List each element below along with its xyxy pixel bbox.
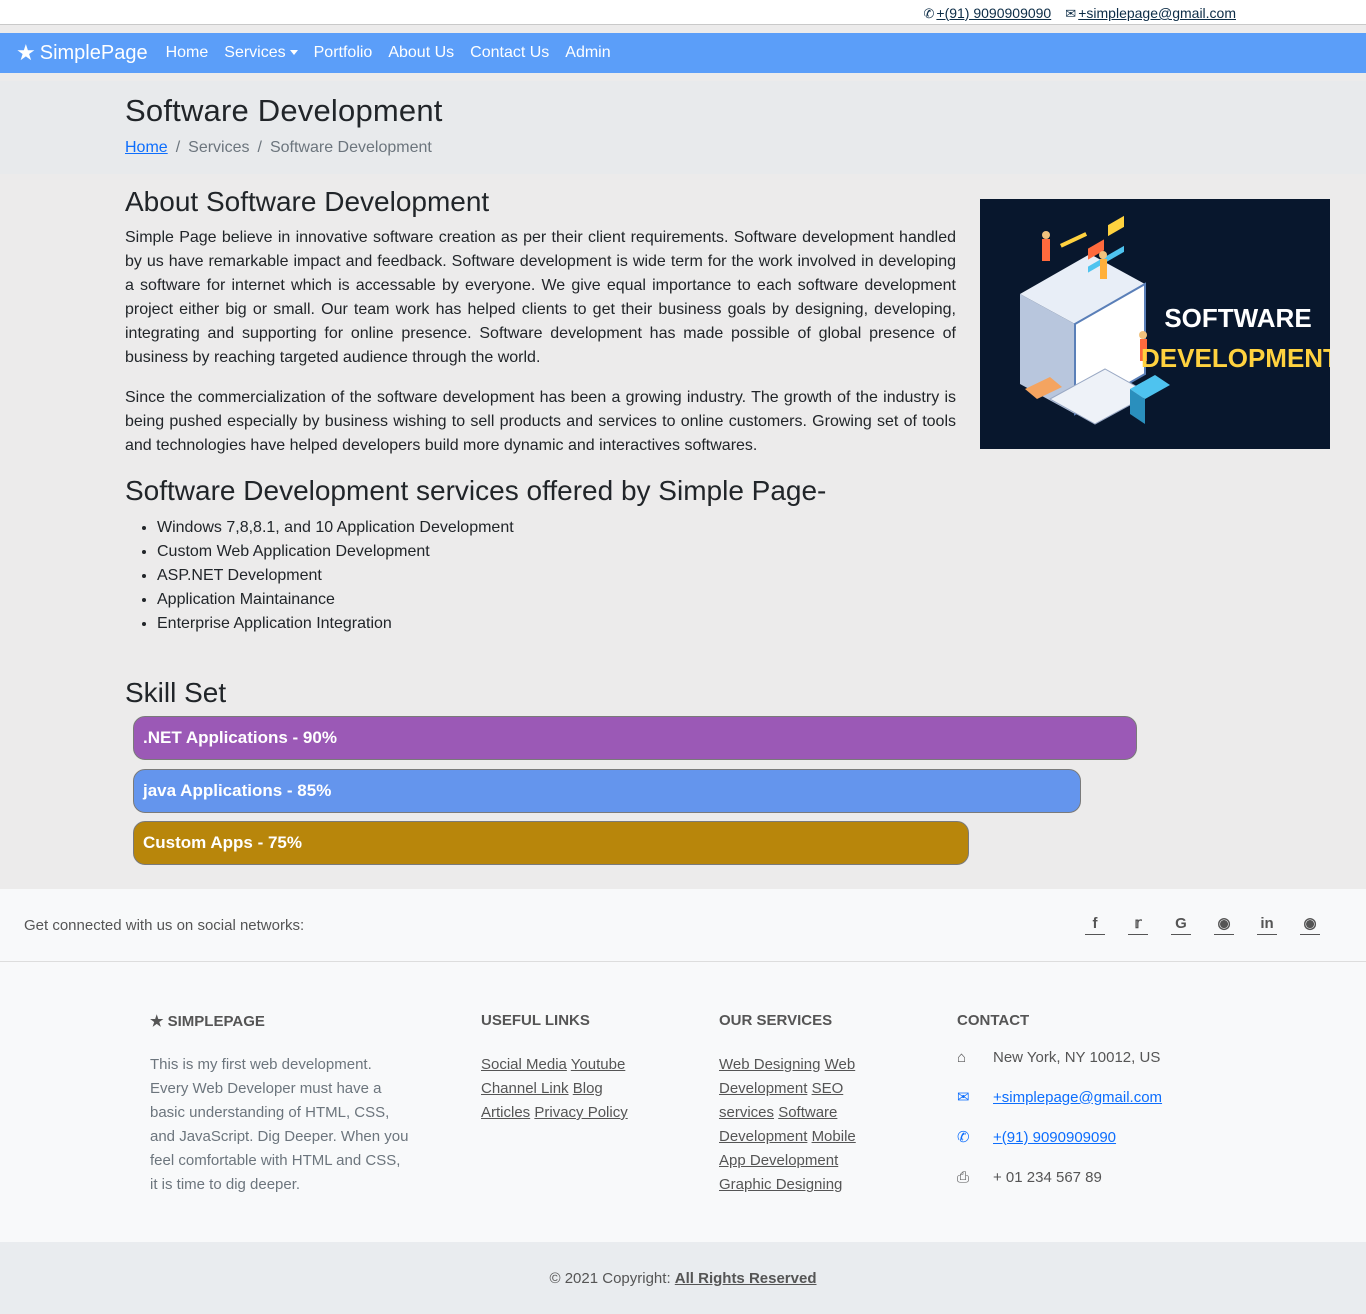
footer-about: ★ SIMPLEPAGE This is my first web develo… bbox=[150, 1012, 410, 1197]
top-email-link[interactable]: +simplepage@gmail.com bbox=[1078, 5, 1236, 21]
facebook-icon[interactable]: f bbox=[1085, 915, 1105, 935]
top-phone[interactable]: ✆ +(91) 9090909090 bbox=[922, 5, 1051, 22]
skill-bar-dotnet: .NET Applications - 90% bbox=[133, 716, 1137, 760]
nav-services-label: Services bbox=[224, 44, 286, 61]
list-item: Windows 7,8,8.1, and 10 Application Deve… bbox=[157, 516, 514, 540]
fax-text: + 01 234 567 89 bbox=[993, 1168, 1102, 1186]
twitter-icon[interactable]: 𝕣 bbox=[1128, 915, 1148, 935]
brand-link[interactable]: ★ SimplePage bbox=[16, 42, 148, 65]
list-item: Custom Web Application Development bbox=[157, 540, 514, 564]
top-contact-bar: ✆ +(91) 9090909090 ✉ +simplepage@gmail.com bbox=[0, 0, 1366, 25]
print-icon: ⎙ bbox=[957, 1168, 970, 1186]
software-development-image: SOFTWARE DEVELOPMENT bbox=[980, 199, 1330, 449]
address-text: New York, NY 10012, US bbox=[993, 1048, 1161, 1066]
all-rights-reserved-link[interactable]: All Rights Reserved bbox=[675, 1270, 817, 1287]
link-graphic-designing[interactable]: Graphic Designing bbox=[719, 1176, 842, 1193]
breadcrumb: Home / Services / Software Development bbox=[125, 139, 432, 157]
services-heading: Software Development services offered by… bbox=[125, 475, 827, 506]
breadcrumb-separator: / bbox=[257, 139, 262, 156]
breadcrumb-current: Software Development bbox=[269, 139, 432, 156]
social-text: Get connected with us on social networks… bbox=[24, 917, 305, 934]
copyright-text: © 2021 Copyright: bbox=[549, 1270, 671, 1287]
about-paragraph-2: Since the commercialization of the softw… bbox=[125, 389, 956, 454]
our-services-heading: OUR SERVICES bbox=[719, 1012, 833, 1029]
top-phone-link[interactable]: +(91) 9090909090 bbox=[936, 5, 1051, 21]
footer-services: OUR SERVICES Web Designing Web Developme… bbox=[719, 1012, 879, 1197]
phone-icon: ✆ bbox=[923, 6, 935, 21]
home-icon: ⌂ bbox=[957, 1048, 967, 1066]
services-list: Windows 7,8,8.1, and 10 Application Deve… bbox=[157, 516, 514, 636]
top-email[interactable]: ✉ +simplepage@gmail.com bbox=[1064, 5, 1236, 22]
image-caption-line-1: SOFTWARE bbox=[1164, 303, 1311, 333]
skill-heading: Skill Set bbox=[125, 677, 227, 708]
footer-email-link[interactable]: +simplepage@gmail.com bbox=[993, 1089, 1162, 1106]
nav-admin[interactable]: Admin bbox=[557, 44, 618, 62]
skill-bar-label: Custom Apps - 75% bbox=[143, 833, 303, 852]
skill-bar-label: java Applications - 85% bbox=[143, 781, 332, 800]
skill-bar-java: java Applications - 85% bbox=[133, 769, 1081, 813]
github-icon[interactable]: ◉ bbox=[1300, 915, 1320, 935]
useful-links-heading: USEFUL LINKS bbox=[481, 1012, 590, 1029]
social-icons: f 𝕣 G ◉ in ◉ bbox=[1085, 915, 1320, 935]
brand-name: SimplePage bbox=[39, 41, 148, 64]
page-title: Software Development bbox=[125, 93, 443, 128]
google-icon[interactable]: G bbox=[1171, 915, 1191, 935]
contact-phone: ✆ +(91) 9090909090 bbox=[957, 1117, 1217, 1157]
footer-phone-link[interactable]: +(91) 9090909090 bbox=[993, 1129, 1116, 1146]
star-icon: ★ bbox=[16, 40, 36, 65]
image-caption-line-2: DEVELOPMENT bbox=[1141, 343, 1330, 373]
top-contacts: ✆ +(91) 9090909090 ✉ +simplepage@gmail.com bbox=[922, 5, 1236, 22]
isometric-illustration: SOFTWARE DEVELOPMENT bbox=[1020, 215, 1330, 425]
nav-contact-us[interactable]: Contact Us bbox=[462, 44, 557, 62]
contact-heading: CONTACT bbox=[957, 1012, 1030, 1029]
main-content: About Software Development Simple Page b… bbox=[0, 174, 1366, 889]
caret-down-icon bbox=[289, 50, 298, 56]
link-social-media[interactable]: Social Media bbox=[481, 1056, 567, 1073]
nav-services[interactable]: Services bbox=[216, 44, 305, 62]
skill-bar-label: .NET Applications - 90% bbox=[143, 728, 337, 747]
star-icon: ★ bbox=[150, 1013, 164, 1030]
link-web-designing[interactable]: Web Designing bbox=[719, 1056, 820, 1073]
breadcrumb-services: Services bbox=[188, 139, 250, 156]
footer: ★ SIMPLEPAGE This is my first web develo… bbox=[0, 962, 1366, 1242]
nav-about-us[interactable]: About Us bbox=[380, 44, 462, 62]
list-item: Application Maintainance bbox=[157, 588, 514, 612]
page-header: Software Development Home / Services / Softw… bbox=[0, 81, 1366, 174]
envelope-icon: ✉ bbox=[1065, 6, 1077, 21]
footer-useful-links: USEFUL LINKS Social Media Youtube Channe… bbox=[481, 1012, 651, 1125]
link-privacy-policy[interactable]: Privacy Policy bbox=[534, 1104, 627, 1121]
copyright-bar: © 2021 Copyright: All Rights Reserved bbox=[0, 1242, 1366, 1314]
breadcrumb-separator: / bbox=[175, 139, 181, 156]
nav-home[interactable]: Home bbox=[158, 44, 217, 62]
list-item: ASP.NET Development bbox=[157, 564, 514, 588]
nav-portfolio[interactable]: Portfolio bbox=[306, 44, 381, 62]
footer-brand-name: SIMPLEPAGE bbox=[167, 1013, 265, 1030]
contact-fax: ⎙ + 01 234 567 89 bbox=[957, 1157, 1217, 1197]
useful-links: Social Media Youtube Channel Link Blog A… bbox=[481, 1053, 651, 1125]
skill-bar-custom-apps: Custom Apps - 75% bbox=[133, 821, 969, 865]
phone-icon: ✆ bbox=[957, 1129, 970, 1146]
about-heading: About Software Development bbox=[125, 186, 490, 217]
social-bar: Get connected with us on social networks… bbox=[0, 889, 1366, 962]
contact-address: ⌂ New York, NY 10012, US bbox=[957, 1037, 1217, 1077]
about-paragraph-1: Simple Page believe in innovative softwa… bbox=[125, 229, 956, 366]
footer-about-text: This is my first web development. Every … bbox=[150, 1056, 409, 1193]
breadcrumb-home[interactable]: Home bbox=[125, 139, 168, 156]
contact-email: ✉ +simplepage@gmail.com bbox=[957, 1077, 1217, 1117]
linkedin-icon[interactable]: in bbox=[1257, 915, 1277, 935]
list-item: Enterprise Application Integration bbox=[157, 612, 514, 636]
instagram-icon[interactable]: ◉ bbox=[1214, 915, 1234, 935]
footer-contact: CONTACT ⌂ New York, NY 10012, US ✉ +simple… bbox=[957, 1012, 1217, 1197]
footer-brand: ★ SIMPLEPAGE bbox=[150, 1012, 410, 1030]
navbar: ★ SimplePage Home Services Portfolio Abo… bbox=[0, 33, 1366, 73]
service-links: Web Designing Web Development SEO servic… bbox=[719, 1053, 879, 1197]
envelope-icon: ✉ bbox=[957, 1089, 970, 1106]
